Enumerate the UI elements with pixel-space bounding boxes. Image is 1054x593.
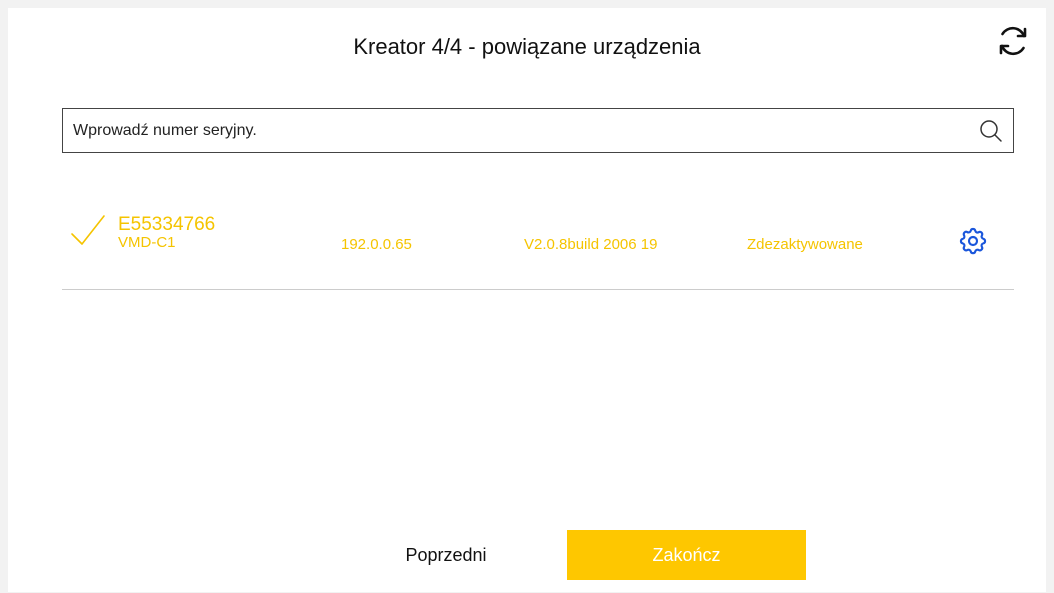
search-input[interactable] (63, 108, 969, 153)
device-serial: E55334766 (118, 214, 216, 235)
finish-button[interactable]: Zakończ (567, 530, 806, 580)
check-icon (71, 215, 105, 245)
previous-button[interactable]: Poprzedni (370, 530, 522, 580)
search-box (62, 108, 1014, 153)
search-icon (980, 119, 1002, 142)
refresh-icon (999, 26, 1027, 56)
device-ip: 192.0.0.65 (341, 236, 412, 253)
wizard-page: Kreator 4/4 - powiązane urządzenia E55 (8, 8, 1046, 592)
page-title: Kreator 4/4 - powiązane urządzenia (353, 34, 701, 59)
device-status: Zdezaktywowane (747, 236, 863, 253)
device-row[interactable]: E55334766 VMD-C1 192.0.0.65 V2.0.8build … (62, 196, 1014, 290)
device-version: V2.0.8build 2006 19 (524, 236, 658, 253)
refresh-button[interactable] (994, 22, 1032, 60)
checkbox[interactable] (70, 212, 106, 251)
gear-icon (959, 227, 987, 255)
device-settings-button[interactable] (956, 224, 990, 258)
search-button[interactable] (969, 109, 1013, 152)
device-model: VMD-C1 (118, 234, 176, 251)
